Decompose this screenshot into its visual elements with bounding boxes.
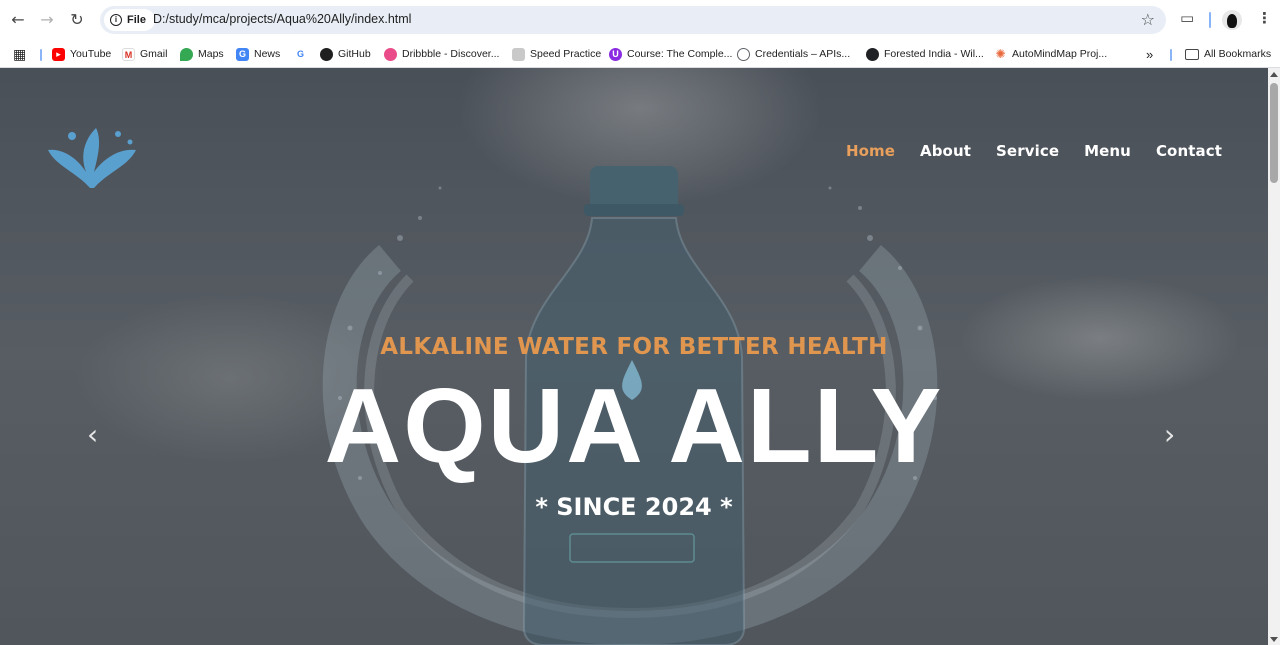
aqua-ally-logo[interactable] [46,126,138,190]
main-navigation: Home About Service Menu Contact [846,142,1222,160]
bookmarks-divider [40,49,42,61]
bottle-cap-ring [584,204,684,216]
all-bookmarks-label: All Bookmarks [1204,48,1272,60]
nav-service[interactable]: Service [996,142,1059,160]
nav-home[interactable]: Home [846,142,895,160]
bookmark-gmail[interactable]: M Gmail [122,45,167,63]
page-scrollbar[interactable] [1268,68,1280,645]
scroll-up-arrow-icon[interactable] [1270,72,1278,77]
scroll-thumb[interactable] [1270,83,1278,183]
credentials-icon [737,47,750,61]
nav-contact[interactable]: Contact [1156,142,1222,160]
bookmark-label: GitHub [338,48,371,60]
bookmarks-divider [1170,49,1172,61]
bookmark-github[interactable]: GitHub [320,45,371,63]
bottle-cap [590,166,678,210]
hero-tagline: ALKALINE WATER FOR BETTER HEALTH [380,334,888,360]
bookmark-label: AutoMindMap Proj... [1012,48,1108,60]
hero-title: AQUA ALLY [324,367,944,485]
folder-icon [1185,48,1199,60]
site-chip-label: File [127,14,146,26]
bookmark-label: Maps [198,48,224,60]
extensions-icon[interactable]: ▭ [1180,9,1194,27]
bookmark-label: Dribbble - Discover... [402,48,500,60]
logo-splash-shape [48,128,136,188]
bookmark-automindmap[interactable]: ✺ AutoMindMap Proj... [994,45,1107,63]
more-menu-icon[interactable]: ⋮ [1257,9,1272,27]
back-arrow-icon[interactable]: ← [7,8,29,30]
youtube-icon: ▸ [52,47,65,61]
speed-practice-icon [512,47,525,61]
page-viewport: Home About Service Menu Contact ‹ › ALKA… [0,68,1268,645]
bookmarks-overflow-icon[interactable]: » [1146,45,1153,63]
nav-about[interactable]: About [920,142,971,160]
globe-icon [866,47,879,61]
all-bookmarks-button[interactable]: All Bookmarks [1185,45,1271,63]
hero-since: * SINCE 2024 * [535,493,733,521]
profile-avatar[interactable] [1222,10,1242,30]
gmail-icon: M [122,47,135,61]
browser-toolbar: ← → ↻ i File D:/study/mca/projects/Aqua%… [0,0,1280,40]
maps-icon [180,47,193,61]
github-icon [320,47,333,61]
dribbble-icon [384,47,397,61]
info-icon: i [110,14,122,26]
url-text[interactable]: D:/study/mca/projects/Aqua%20Ally/index.… [153,12,411,26]
bookmark-label: Gmail [140,48,168,60]
logo-drop [127,139,133,145]
bookmark-dribbble[interactable]: Dribbble - Discover... [384,45,499,63]
bookmark-label: News [254,48,281,60]
scroll-down-arrow-icon[interactable] [1270,637,1278,642]
bookmark-label: Forested India - Wil... [884,48,984,60]
site-info-chip[interactable]: i File [104,9,155,31]
bookmark-youtube[interactable]: ▸ YouTube [52,45,111,63]
address-bar[interactable]: i File D:/study/mca/projects/Aqua%20Ally… [100,6,1166,34]
bookmark-star-icon[interactable]: ☆ [1141,10,1155,29]
nav-menu[interactable]: Menu [1084,142,1131,160]
apps-grid-icon[interactable]: ▦ [13,45,26,63]
bookmark-forested-india[interactable]: Forested India - Wil... [866,45,984,63]
logo-drop [68,132,76,140]
bookmarks-bar: ▦ ▸ YouTube M Gmail Maps G News G GitHub… [0,40,1280,68]
bookmark-maps[interactable]: Maps [180,45,224,63]
course-icon: U [609,47,622,61]
bookmark-label: Speed Practice [530,48,602,60]
forward-arrow-icon[interactable]: → [36,8,58,30]
news-icon: G [236,47,249,61]
bookmark-credentials[interactable]: Credentials – APIs... [737,45,850,63]
bookmark-google[interactable]: G [294,45,307,63]
google-icon: G [294,47,307,61]
automindmap-icon: ✺ [994,46,1007,61]
bookmark-label: Credentials – APIs... [755,48,851,60]
toolbar-divider [1209,12,1211,28]
bookmark-speed-practice[interactable]: Speed Practice [512,45,601,63]
bookmark-label: Course: The Comple... [627,48,733,60]
bookmark-label: YouTube [70,48,112,60]
logo-drop [115,131,121,137]
reload-icon[interactable]: ↻ [66,8,88,30]
bookmark-news[interactable]: G News [236,45,280,63]
bookmark-course[interactable]: U Course: The Comple... [609,45,732,63]
